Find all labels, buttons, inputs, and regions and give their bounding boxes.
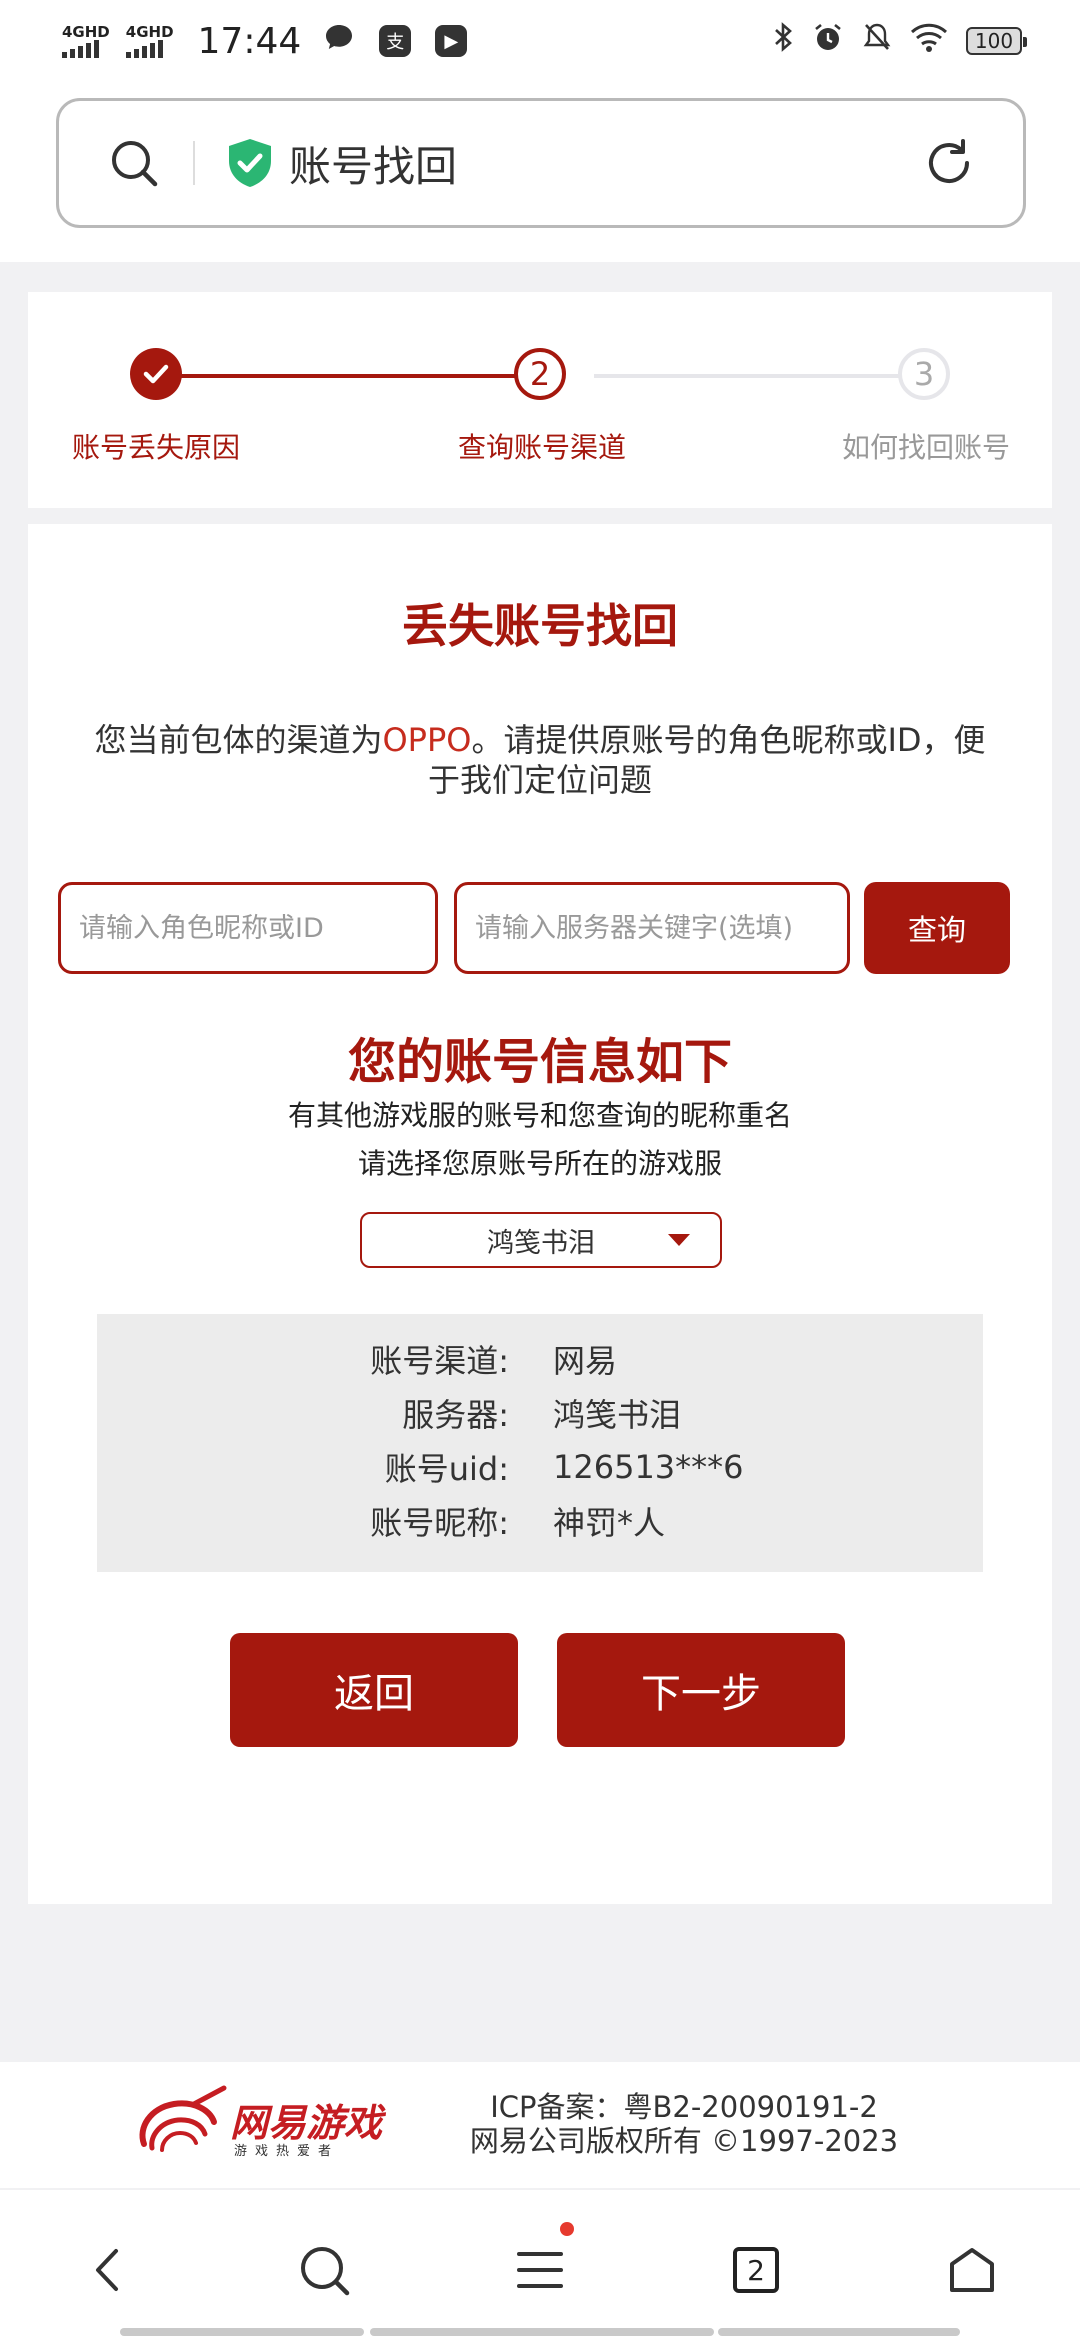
- step-1-indicator: [130, 348, 182, 400]
- battery-icon: 100: [966, 27, 1027, 55]
- info-row-channel: 账号渠道: 网易: [97, 1332, 983, 1386]
- info-key: 服务器:: [402, 1396, 509, 1434]
- info-key: 账号昵称:: [370, 1504, 509, 1542]
- gesture-bar-segment: [370, 2328, 714, 2336]
- clock: 17:44: [197, 20, 302, 62]
- status-bar: 4GHD 4GHD 17:44 支 ▶ 100: [0, 0, 1080, 82]
- back-button[interactable]: 返回: [230, 1633, 518, 1747]
- info-key: 账号uid:: [384, 1450, 509, 1488]
- info-key: 账号渠道:: [370, 1342, 509, 1380]
- logo-slogan: 游戏热爱者: [234, 2144, 340, 2159]
- gesture-bar-segment: [120, 2328, 364, 2336]
- chat-notification-icon: [323, 21, 355, 62]
- info-value: 126513***6: [553, 1448, 744, 1486]
- search-icon[interactable]: [109, 138, 159, 188]
- tab-count: 2: [733, 2247, 779, 2293]
- browser-toolbar: 账号找回: [0, 82, 1080, 262]
- pay-app-icon: 支: [379, 25, 412, 57]
- secure-shield-icon: [229, 139, 271, 187]
- dropdown-caret-icon: [668, 1234, 690, 1246]
- step-3-label: 如何找回账号: [841, 431, 1010, 464]
- network-type: 4GHD: [62, 23, 110, 41]
- info-value: 鸿笺书泪: [553, 1396, 682, 1434]
- next-step-button[interactable]: 下一步: [557, 1633, 845, 1747]
- site-footer: 网易游戏 游戏热爱者 ICP备案：粤B2-20090191-2 网易公司版权所有…: [0, 2062, 1080, 2188]
- account-recovery-card: 丢失账号找回 您当前包体的渠道为OPPO。请提供原账号的角色昵称或ID，便于我们…: [28, 524, 1052, 1904]
- account-info-box: 账号渠道: 网易 服务器: 鸿笺书泪 账号uid: 126513***6 账号昵…: [97, 1314, 983, 1572]
- nickname-input[interactable]: [58, 882, 438, 974]
- wifi-icon: [910, 22, 948, 60]
- video-app-icon: ▶: [435, 25, 468, 57]
- menu-nav-button[interactable]: [510, 2222, 574, 2300]
- back-nav-button[interactable]: [78, 2240, 138, 2300]
- selected-server: 鸿笺书泪: [487, 1227, 595, 1259]
- home-icon: [950, 2248, 994, 2292]
- notification-dot: [560, 2222, 574, 2236]
- progress-steps: 2 3 账号丢失原因 查询账号渠道 如何找回账号: [28, 292, 1052, 508]
- home-nav-button[interactable]: [942, 2240, 1002, 2300]
- info-row-nickname: 账号昵称: 神罚*人: [97, 1494, 983, 1548]
- channel-description: 您当前包体的渠道为OPPO。请提供原账号的角色昵称或ID，便于我们定位问题: [88, 720, 992, 800]
- page-title: 账号找回: [289, 141, 458, 191]
- info-row-server: 服务器: 鸿笺书泪: [97, 1386, 983, 1440]
- step-1-label: 账号丢失原因: [71, 431, 240, 464]
- info-row-uid: 账号uid: 126513***6: [97, 1440, 983, 1494]
- server-keyword-input[interactable]: [454, 882, 850, 974]
- reload-icon[interactable]: [921, 135, 977, 191]
- signal-icon-2: 4GHD: [125, 23, 174, 58]
- alarm-icon: [812, 21, 844, 61]
- card-title: 丢失账号找回: [402, 599, 678, 653]
- step-connector-done: [158, 374, 546, 378]
- info-value: 神罚*人: [553, 1504, 666, 1542]
- copyright: 网易公司版权所有 ©1997-2023: [469, 2124, 899, 2158]
- query-button[interactable]: 查询: [864, 882, 1010, 974]
- battery-level: 100: [974, 29, 1014, 53]
- logo-text: 网易游戏: [230, 2101, 383, 2145]
- netease-games-logo: 网易游戏 游戏热爱者: [134, 2080, 384, 2168]
- network-type-2: 4GHD: [125, 23, 174, 41]
- footer-legal: ICP备案：粤B2-20090191-2 网易公司版权所有 ©1997-2023: [444, 2090, 924, 2158]
- step-3-indicator: 3: [898, 348, 950, 400]
- step-connector-todo: [594, 374, 928, 378]
- menu-icon: [517, 2252, 563, 2288]
- tabs-nav-button[interactable]: 2: [726, 2240, 786, 2300]
- gesture-bar-segment: [718, 2328, 960, 2336]
- server-select[interactable]: 鸿笺书泪: [360, 1212, 722, 1268]
- bluetooth-icon: [772, 21, 794, 61]
- desc-suffix: 。请提供原账号的角色昵称或ID，便于我们定位问题: [427, 721, 986, 799]
- check-icon: [143, 364, 169, 384]
- step-2-label: 查询账号渠道: [457, 431, 626, 464]
- browser-bottom-nav: 2: [0, 2190, 1080, 2340]
- address-bar[interactable]: 账号找回: [56, 98, 1026, 228]
- channel-name: OPPO: [382, 721, 472, 759]
- search-icon: [301, 2247, 350, 2296]
- info-value: 网易: [553, 1342, 618, 1380]
- search-nav-button[interactable]: [294, 2240, 354, 2300]
- step-2-indicator: 2: [514, 348, 566, 400]
- chevron-left-icon: [96, 2249, 118, 2291]
- divider: [193, 141, 195, 185]
- mute-bell-icon: [862, 21, 892, 61]
- desc-prefix: 您当前包体的渠道为: [94, 721, 383, 759]
- duplicate-name-notice: 有其他游戏服的账号和您查询的昵称重名: [287, 1099, 792, 1132]
- icp-record: ICP备案：粤B2-20090191-2: [490, 2090, 878, 2124]
- logo-swirl-icon: [139, 2085, 227, 2152]
- signal-icon: 4GHD: [62, 24, 110, 58]
- select-server-hint: 请选择您原账号所在的游戏服: [357, 1147, 722, 1180]
- account-info-title: 您的账号信息如下: [347, 1034, 732, 1090]
